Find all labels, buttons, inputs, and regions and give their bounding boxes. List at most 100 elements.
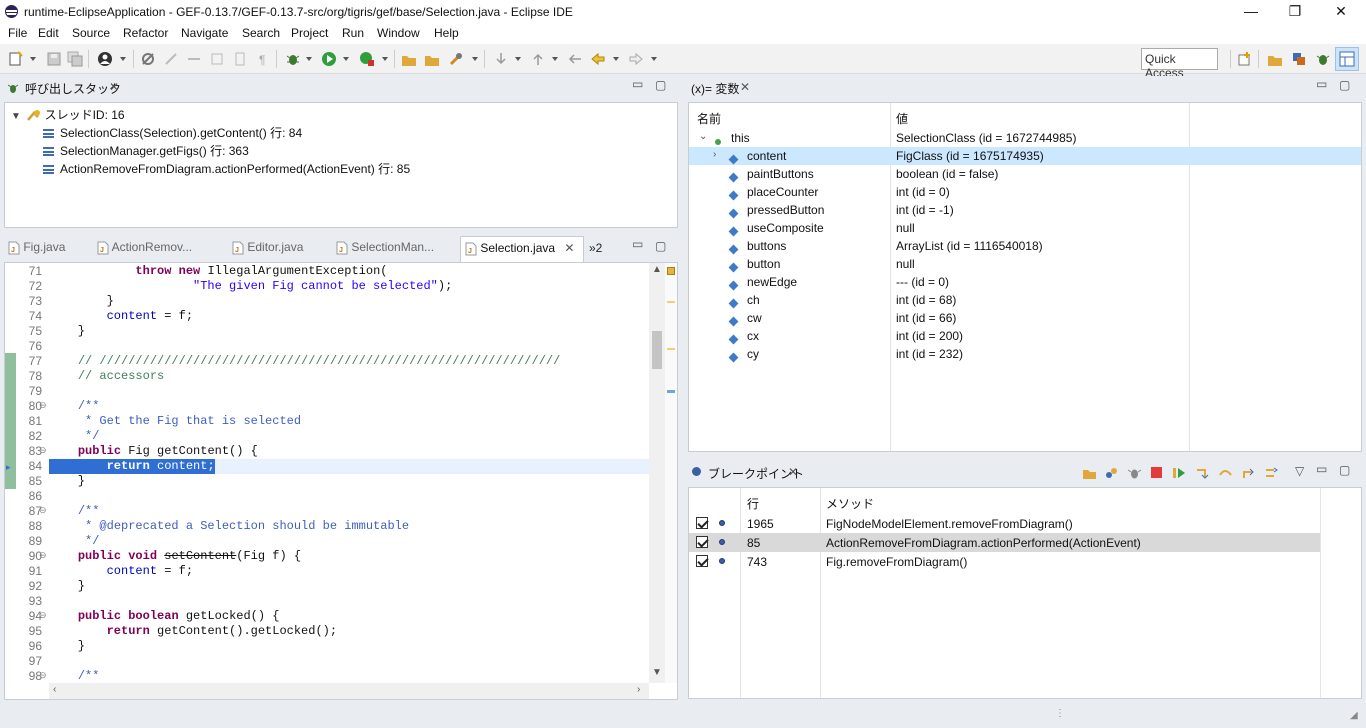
- search-dropdown-icon[interactable]: [472, 57, 478, 61]
- variable-row[interactable]: pressedButton int (id = -1): [689, 201, 1361, 219]
- stack-frame[interactable]: SelectionClass(Selection).getContent() 行…: [43, 124, 302, 142]
- step-into-icon[interactable]: [1195, 466, 1210, 480]
- step-return-icon[interactable]: [1241, 466, 1256, 480]
- link-icon[interactable]: [1104, 466, 1119, 480]
- breakpoint-checkbox[interactable]: [696, 517, 708, 529]
- search-tool-icon[interactable]: [448, 51, 464, 67]
- code-line[interactable]: * @deprecated a Selection should be immu…: [49, 519, 409, 534]
- chevron-down-icon[interactable]: ▼: [652, 667, 662, 678]
- menu-run[interactable]: Run: [342, 26, 364, 40]
- code-line[interactable]: }: [49, 294, 114, 309]
- back-icon[interactable]: [590, 51, 606, 67]
- tab-selection-java[interactable]: J Selection.java ✕: [460, 236, 584, 262]
- close-icon[interactable]: ✕: [788, 465, 798, 479]
- fold-icon[interactable]: ⊖: [39, 505, 47, 516]
- restore-button[interactable]: ❐: [1272, 0, 1318, 24]
- variable-row[interactable]: ⌄ this SelectionClass (id = 1672744985): [689, 129, 1361, 147]
- active-perspective-highlight[interactable]: [1335, 47, 1359, 71]
- next-annotation-icon[interactable]: [493, 51, 509, 67]
- code-line[interactable]: }: [49, 639, 85, 654]
- menu-source[interactable]: Source: [72, 26, 110, 40]
- external-tools-dropdown-icon[interactable]: [382, 57, 388, 61]
- variable-row[interactable]: cw int (id = 66): [689, 309, 1361, 327]
- overview-marker[interactable]: [667, 267, 675, 275]
- minimize-view-icon[interactable]: ▭: [1316, 77, 1327, 91]
- vertical-scrollbar[interactable]: ▲ ▼: [649, 263, 665, 683]
- code-line[interactable]: /**: [49, 504, 100, 519]
- menu-help[interactable]: Help: [434, 26, 459, 40]
- maximize-view-icon[interactable]: ▢: [655, 239, 666, 253]
- use-step-filters-icon[interactable]: [209, 51, 225, 67]
- code-line[interactable]: "The given Fig cannot be selected");: [49, 279, 452, 294]
- close-icon[interactable]: ✕: [564, 241, 574, 255]
- thread-node[interactable]: ▼ スレッドID: 16: [11, 106, 125, 124]
- debug-icon[interactable]: [285, 51, 301, 67]
- breakpoint-checkbox[interactable]: [696, 555, 708, 567]
- new-file-icon[interactable]: [8, 51, 24, 67]
- variable-row[interactable]: cx int (id = 200): [689, 327, 1361, 345]
- code-line[interactable]: return content;: [49, 459, 215, 474]
- fold-icon[interactable]: ⊖: [39, 445, 47, 456]
- minimize-view-icon[interactable]: ▭: [632, 237, 643, 251]
- menu-navigate[interactable]: Navigate: [181, 26, 228, 40]
- overview-marker[interactable]: [667, 390, 675, 393]
- column-header-method[interactable]: メソッド: [826, 495, 874, 513]
- column-header-name[interactable]: 名前: [697, 110, 721, 128]
- code-line[interactable]: public void setContent(Fig f) {: [49, 549, 301, 564]
- next-annotation-dropdown-icon[interactable]: [515, 57, 521, 61]
- variable-row[interactable]: newEdge --- (id = 0): [689, 273, 1361, 291]
- fold-icon[interactable]: ⊖: [39, 610, 47, 621]
- chevron-down-icon[interactable]: ▼: [11, 111, 21, 122]
- forward-icon[interactable]: [628, 51, 644, 67]
- variable-row[interactable]: ch int (id = 68): [689, 291, 1361, 309]
- breakpoint-checkbox[interactable]: [696, 536, 708, 548]
- java-perspective-icon[interactable]: [1291, 51, 1307, 67]
- code-line[interactable]: }: [49, 324, 85, 339]
- callstack-tab[interactable]: 呼び出しスタック: [25, 80, 121, 97]
- close-button[interactable]: ✕: [1318, 0, 1364, 24]
- tab-selectionmanager[interactable]: J SelectionMan...: [336, 240, 456, 262]
- tab-overflow-icon[interactable]: »2: [589, 241, 602, 255]
- new-dropdown-icon[interactable]: [30, 57, 36, 61]
- code-line[interactable]: // accessors: [49, 369, 164, 384]
- open-folder-icon[interactable]: [1082, 466, 1097, 480]
- chevron-right-icon[interactable]: ›: [713, 149, 716, 160]
- variables-tab[interactable]: (x)= 変数: [691, 80, 739, 97]
- code-line[interactable]: }: [49, 579, 85, 594]
- menu-refactor[interactable]: Refactor: [123, 26, 168, 40]
- profile-dropdown-icon[interactable]: [120, 57, 126, 61]
- drop-to-frame-icon[interactable]: [163, 51, 179, 67]
- maximize-view-icon[interactable]: ▢: [1339, 78, 1350, 92]
- menu-project[interactable]: Project: [291, 26, 328, 40]
- profile-icon[interactable]: [97, 51, 113, 67]
- chevron-right-icon[interactable]: ›: [637, 684, 640, 695]
- minimize-button[interactable]: —: [1228, 0, 1274, 24]
- code-line[interactable]: content = f;: [49, 564, 193, 579]
- forward-dropdown-icon[interactable]: [651, 57, 657, 61]
- minimize-view-icon[interactable]: ▭: [632, 77, 643, 91]
- fold-icon[interactable]: ⊖: [39, 550, 47, 561]
- code-line[interactable]: content = f;: [49, 309, 193, 324]
- last-edit-location-icon[interactable]: [567, 51, 583, 67]
- menu-search[interactable]: Search: [242, 26, 280, 40]
- code-line[interactable]: public Fig getContent() {: [49, 444, 258, 459]
- close-icon[interactable]: ✕: [109, 80, 119, 94]
- variable-row[interactable]: placeCounter int (id = 0): [689, 183, 1361, 201]
- run-dropdown-icon[interactable]: [343, 57, 349, 61]
- code-line[interactable]: }: [49, 474, 85, 489]
- resize-grip-icon[interactable]: ◢: [1350, 710, 1358, 721]
- resource-perspective-icon[interactable]: [1267, 51, 1283, 67]
- breakpoint-row[interactable]: 1965 FigNodeModelElement.removeFromDiagra…: [689, 514, 1320, 533]
- horizontal-scrollbar[interactable]: ‹ ›: [49, 683, 649, 699]
- save-icon[interactable]: [46, 51, 62, 67]
- view-menu-icon[interactable]: ▽: [1295, 464, 1304, 478]
- previous-annotation-icon[interactable]: [530, 51, 546, 67]
- chevron-down-icon[interactable]: ⌄: [699, 131, 707, 142]
- menu-file[interactable]: File: [8, 26, 27, 40]
- collapse-all-icon[interactable]: [1264, 466, 1279, 480]
- tab-actionremove[interactable]: J ActionRemov...: [97, 240, 227, 262]
- resume-icon[interactable]: [1172, 466, 1187, 480]
- back-dropdown-icon[interactable]: [613, 57, 619, 61]
- code-line[interactable]: return getContent().getLocked();: [49, 624, 337, 639]
- toggle-mark-icon[interactable]: [232, 51, 248, 67]
